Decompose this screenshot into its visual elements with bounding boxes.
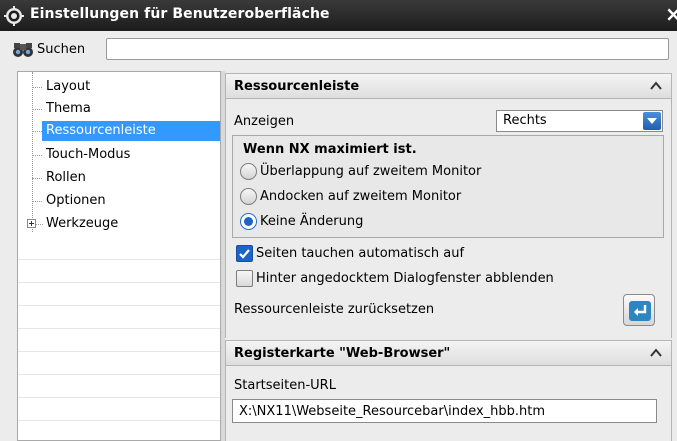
checkbox-label: Hinter angedocktem Dialogfenster abblend…: [256, 271, 554, 286]
tree-item-touch-modus[interactable]: Touch-Modus: [18, 144, 220, 166]
tree-item-optionen[interactable]: Optionen: [18, 190, 220, 212]
url-label: Startseiten-URL: [234, 378, 336, 393]
radio-label: Keine Änderung: [260, 214, 364, 229]
checkbox-label: Seiten tauchen automatisch auf: [256, 246, 465, 261]
tree-item-ressourcenleiste[interactable]: Ressourcenleiste: [18, 120, 220, 142]
radio-no-change[interactable]: [240, 213, 257, 230]
ressourcenleiste-header: Ressourcenleiste: [225, 73, 672, 99]
window-title: Einstellungen für Benutzeroberfläche: [30, 6, 330, 22]
checkbox-dim-behind-docked[interactable]: [236, 270, 253, 287]
tree-item-label: Rollen: [46, 170, 86, 185]
collapse-icon[interactable]: [647, 76, 665, 96]
section-title: Ressourcenleiste: [234, 79, 360, 94]
title-bar: Einstellungen für Benutzeroberfläche ×: [0, 0, 677, 31]
search-input[interactable]: [106, 38, 669, 60]
tree-item-label: Layout: [46, 79, 91, 94]
webbrowser-header: Registerkarte "Web-Browser": [225, 340, 672, 366]
radio-label: Überlappung auf zweitem Monitor: [260, 164, 482, 179]
reset-button[interactable]: [623, 294, 655, 326]
anzeigen-dropdown[interactable]: Rechts: [496, 110, 663, 132]
search-label: Suchen: [37, 42, 86, 57]
chevron-down-icon[interactable]: [643, 112, 661, 130]
tree-item-werkzeuge[interactable]: Werkzeuge: [18, 213, 220, 235]
close-icon[interactable]: ×: [665, 2, 677, 26]
radio-label: Andocken auf zweitem Monitor: [260, 189, 462, 204]
binoculars-icon: [12, 41, 36, 59]
radio-overlap-second-monitor[interactable]: [240, 163, 257, 180]
start-url-input[interactable]: [232, 399, 657, 423]
tree-item-rollen[interactable]: Rollen: [18, 167, 220, 189]
expand-plus-icon[interactable]: [27, 219, 36, 228]
dropdown-value: Rechts: [503, 113, 547, 128]
section-title: Registerkarte "Web-Browser": [234, 346, 451, 361]
anzeigen-label: Anzeigen: [234, 114, 295, 129]
search-row: Suchen: [0, 31, 677, 69]
tree-item-label: Touch-Modus: [46, 147, 131, 162]
group-title: Wenn NX maximiert ist.: [243, 142, 417, 157]
tree-item-layout[interactable]: Layout: [18, 76, 220, 98]
gear-icon[interactable]: [4, 6, 24, 26]
category-tree: Layout Thema Ressourcenleiste Touch-Modu…: [17, 71, 221, 441]
tree-item-label: Ressourcenleiste: [46, 123, 156, 138]
tree-item-thema[interactable]: Thema: [18, 98, 220, 120]
radio-dock-second-monitor[interactable]: [240, 188, 257, 205]
tree-item-label: Werkzeuge: [46, 216, 119, 231]
tree-item-label: Thema: [46, 101, 91, 116]
checkbox-auto-popup[interactable]: [236, 245, 253, 262]
collapse-icon[interactable]: [647, 343, 665, 363]
tree-item-label: Optionen: [46, 193, 106, 208]
reset-label: Ressourcenleiste zurücksetzen: [234, 302, 435, 317]
